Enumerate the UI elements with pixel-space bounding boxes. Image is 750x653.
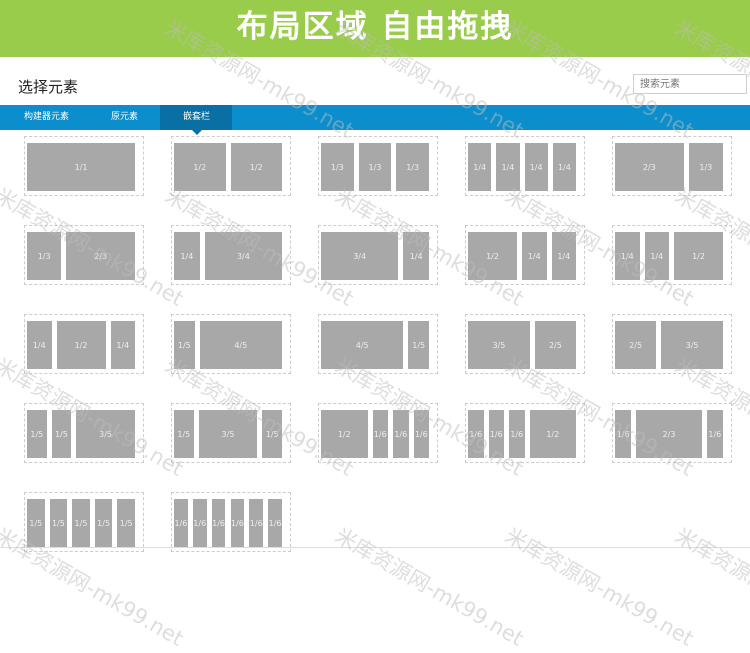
layout-column: 1/4 (174, 232, 200, 280)
layout-column: 1/6 (393, 410, 409, 458)
layout-column: 1/2 (56, 321, 106, 369)
layout-column: 1/2 (468, 232, 517, 280)
layout-column: 1/5 (94, 499, 113, 547)
layout-option[interactable]: 1/6 1/6 1/6 1/2 (465, 403, 585, 463)
layout-column: 1/1 (27, 143, 135, 191)
tab-builder-elements[interactable]: 构建器元素 (24, 105, 69, 130)
layout-column: 1/4 (522, 232, 547, 280)
layout-column: 1/6 (509, 410, 525, 458)
banner: 布局区域 自由拖拽 (0, 0, 750, 57)
layout-column: 1/6 (192, 499, 207, 547)
active-tab-caret-icon (192, 130, 202, 135)
layout-option[interactable]: 1/5 1/5 1/5 1/5 1/5 (24, 492, 144, 552)
layout-column: 1/6 (230, 499, 245, 547)
layout-column: 1/5 (174, 321, 195, 369)
layout-column: 1/5 (72, 499, 90, 547)
layout-option[interactable]: 1/4 1/4 1/2 (612, 225, 732, 285)
layout-option[interactable]: 1/6 1/6 1/6 1/6 1/6 1/6 (171, 492, 291, 552)
layout-column: 1/4 (615, 232, 640, 280)
layout-option[interactable]: 1/4 1/2 1/4 (24, 314, 144, 374)
tab-bar: 构建器元素 原元素 嵌套栏 (0, 105, 750, 135)
layout-option[interactable]: 1/5 4/5 (171, 314, 291, 374)
watermark-text: 米库资源网-mk99.net (671, 523, 750, 651)
layout-column: 3/5 (468, 321, 530, 369)
layout-column: 2/5 (615, 321, 657, 369)
layout-column: 1/3 (321, 143, 354, 191)
layout-option[interactable]: 1/3 1/3 1/3 (318, 136, 438, 196)
layout-option[interactable]: 1/3 2/3 (24, 225, 144, 285)
layout-column: 1/4 (468, 143, 492, 191)
divider (0, 547, 750, 548)
layout-option[interactable]: 3/5 2/5 (465, 314, 585, 374)
tab-original-elements[interactable]: 原元素 (111, 105, 138, 130)
layout-column: 1/5 (49, 499, 68, 547)
layout-column: 1/4 (496, 143, 520, 191)
layout-column: 1/6 (372, 410, 388, 458)
layout-column: 1/3 (358, 143, 392, 191)
layout-column: 1/2 (174, 143, 226, 191)
layout-column: 1/6 (268, 499, 282, 547)
layout-column: 1/3 (688, 143, 723, 191)
layout-option[interactable]: 1/2 1/4 1/4 (465, 225, 585, 285)
layout-option[interactable]: 2/5 3/5 (612, 314, 732, 374)
layout-option[interactable]: 1/4 3/4 (171, 225, 291, 285)
layout-option[interactable]: 1/6 2/3 1/6 (612, 403, 732, 463)
layout-column: 3/4 (204, 232, 282, 280)
layout-column: 1/3 (27, 232, 62, 280)
layout-column: 1/5 (27, 410, 47, 458)
layout-column: 1/3 (396, 143, 429, 191)
layout-column: 3/4 (321, 232, 399, 280)
tab-nested-columns-label: 嵌套栏 (183, 112, 211, 122)
layout-column: 1/4 (552, 143, 576, 191)
banner-title: 布局区域 自由拖拽 (236, 9, 514, 45)
layout-option[interactable]: 1/5 1/5 3/5 (24, 403, 144, 463)
layout-column: 2/5 (534, 321, 576, 369)
layout-column: 1/4 (403, 232, 429, 280)
tab-nested-columns[interactable]: 嵌套栏 (160, 105, 232, 135)
layout-column: 1/2 (529, 410, 576, 458)
layout-column: 1/4 (551, 232, 576, 280)
layout-column: 1/6 (413, 410, 429, 458)
layout-column: 1/6 (615, 410, 632, 458)
layout-option[interactable]: 1/5 3/5 1/5 (171, 403, 291, 463)
layout-column: 1/5 (408, 321, 429, 369)
layout-column: 4/5 (321, 321, 404, 369)
layout-column: 1/2 (230, 143, 282, 191)
layout-column: 1/5 (117, 499, 135, 547)
layout-column: 1/6 (706, 410, 723, 458)
layout-column: 1/5 (174, 410, 194, 458)
layout-column: 1/4 (644, 232, 669, 280)
layout-column: 1/6 (174, 499, 188, 547)
watermark-text: 米库资源网-mk99.net (501, 523, 698, 651)
search-input[interactable] (633, 74, 747, 94)
layout-option[interactable]: 1/1 (24, 136, 144, 196)
layout-option[interactable]: 1/4 1/4 1/4 1/4 (465, 136, 585, 196)
layout-column: 1/5 (51, 410, 72, 458)
layout-column: 1/5 (27, 499, 45, 547)
layout-column: 1/4 (110, 321, 135, 369)
layout-option[interactable]: 2/3 1/3 (612, 136, 732, 196)
layout-column: 1/6 (468, 410, 484, 458)
layout-column: 2/3 (66, 232, 135, 280)
layout-column: 1/2 (674, 232, 723, 280)
watermark-text: 米库资源网-mk99.net (331, 523, 528, 651)
layout-option[interactable]: 1/2 1/6 1/6 1/6 (318, 403, 438, 463)
page-title: 选择元素 (18, 78, 79, 96)
layout-column: 1/6 (249, 499, 264, 547)
layout-column: 3/5 (76, 410, 135, 458)
layout-column: 1/4 (27, 321, 52, 369)
layout-column: 1/6 (488, 410, 504, 458)
layout-option[interactable]: 4/5 1/5 (318, 314, 438, 374)
layout-column: 1/2 (321, 410, 368, 458)
layout-column: 2/3 (615, 143, 684, 191)
layout-column: 1/4 (524, 143, 548, 191)
layout-column: 4/5 (199, 321, 282, 369)
layout-column: 1/6 (211, 499, 226, 547)
layout-option[interactable]: 3/4 1/4 (318, 225, 438, 285)
layout-column: 3/5 (198, 410, 258, 458)
layout-column: 2/3 (636, 410, 702, 458)
layout-column: 1/5 (262, 410, 282, 458)
layout-column: 3/5 (661, 321, 723, 369)
layout-option[interactable]: 1/2 1/2 (171, 136, 291, 196)
